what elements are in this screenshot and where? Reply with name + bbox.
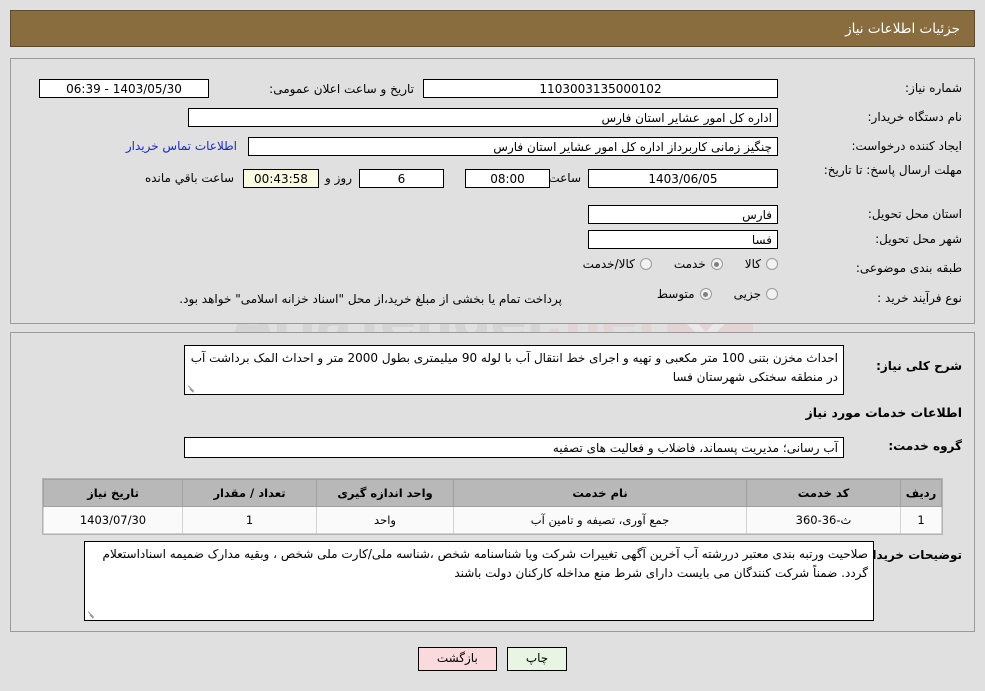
back-button[interactable]: بازگشت — [417, 647, 497, 671]
resize-handle-icon-notes[interactable] — [86, 609, 96, 619]
service-group-label: گروه خدمت: — [888, 439, 962, 453]
radio-label-jozee: جزیی — [733, 287, 761, 301]
process-label: نوع فرآیند خرید : — [877, 291, 962, 305]
radio-icon-motavaset[interactable] — [699, 288, 712, 300]
cell-service-code: ث-36-360 — [746, 506, 901, 534]
radio-label-kala-khedmat: کالا/خدمت — [582, 257, 635, 271]
days-label: روز و — [325, 171, 352, 185]
category-label: طبقه بندی موضوعی: — [855, 261, 962, 275]
buyer-notes-value: صلاحیت ورتبه بندی معتبر دررشته آب آخرین … — [102, 547, 868, 580]
radio-icon-kala-khedmat[interactable] — [639, 258, 652, 270]
description-label: شرح کلی نیاز: — [876, 359, 962, 373]
radio-option-motavaset[interactable]: متوسط — [657, 287, 712, 301]
process-radio-group: جزیی متوسط — [635, 287, 778, 301]
buyer-org-value: اداره کل امور عشایر استان فارس — [188, 108, 778, 127]
radio-label-kala: کالا — [744, 257, 761, 271]
cell-unit: واحد — [316, 506, 454, 534]
buyer-notes-textarea[interactable]: صلاحیت ورتبه بندی معتبر دررشته آب آخرین … — [84, 541, 874, 621]
radio-option-jozee[interactable]: جزیی — [734, 287, 778, 301]
countdown-value: 00:43:58 — [243, 169, 319, 188]
services-table-wrapper: ردیف کد خدمت نام خدمت واحد اندازه گیری ت… — [42, 478, 943, 535]
cell-service-name: جمع آوری، تصیفه و تامین آب — [453, 506, 747, 534]
need-info-panel: شماره نیاز: 1103003135000102 تاریخ و ساع… — [10, 58, 975, 324]
th-row-no: ردیف — [900, 479, 942, 507]
cell-quantity: 1 — [182, 506, 317, 534]
city-label: شهر محل تحویل: — [875, 232, 962, 246]
table-header-row: ردیف کد خدمت نام خدمت واحد اندازه گیری ت… — [43, 479, 942, 507]
city-value: فسا — [588, 230, 778, 249]
buyer-contact-link[interactable]: اطلاعات تماس خریدار — [126, 139, 237, 153]
category-radio-group: کالا خدمت کالا/خدمت — [561, 257, 778, 271]
need-number-value: 1103003135000102 — [423, 79, 778, 98]
radio-option-khedmat[interactable]: خدمت — [674, 257, 723, 271]
service-group-value: آب رسانی؛ مدیریت پسماند، فاضلاب و فعالیت… — [184, 437, 844, 458]
description-value: احداث مخزن بتنی 100 متر مکعبی و تهیه و ا… — [190, 351, 838, 384]
requester-label: ایجاد کننده درخواست: — [851, 139, 962, 153]
th-quantity: تعداد / مقدار — [182, 479, 317, 507]
deadline-label: مهلت ارسال پاسخ: تا تاریخ: — [823, 163, 962, 177]
services-heading: اطلاعات خدمات مورد نیاز — [805, 405, 963, 420]
th-service-name: نام خدمت — [453, 479, 747, 507]
days-remaining-value: 6 — [359, 169, 444, 188]
page-root: جزئیات اطلاعات نیاز AriaTender.net شماره… — [0, 0, 985, 691]
deadline-date-value: 1403/06/05 — [588, 169, 778, 188]
description-textarea[interactable]: احداث مخزن بتنی 100 متر مکعبی و تهیه و ا… — [184, 345, 844, 395]
cell-row-no: 1 — [900, 506, 942, 534]
print-button[interactable]: چاپ — [506, 647, 568, 671]
buyer-org-label: نام دستگاه خریدار: — [867, 110, 963, 124]
action-bar: چاپ بازگشت — [0, 647, 985, 671]
page-header: جزئیات اطلاعات نیاز — [10, 10, 975, 47]
province-value: فارس — [588, 205, 778, 224]
th-service-code: کد خدمت — [746, 479, 901, 507]
announce-datetime-label: تاریخ و ساعت اعلان عمومی: — [269, 82, 414, 96]
table-row: 1 ث-36-360 جمع آوری، تصیفه و تامین آب وا… — [43, 506, 942, 534]
services-table: ردیف کد خدمت نام خدمت واحد اندازه گیری ت… — [43, 479, 942, 534]
process-note: پرداخت تمام یا بخشی از مبلغ خرید،از محل … — [179, 292, 562, 306]
resize-handle-icon[interactable] — [186, 383, 196, 393]
cell-need-date: 1403/07/30 — [43, 506, 183, 534]
announce-datetime-value: 1403/05/30 - 06:39 — [39, 79, 209, 98]
deadline-time-value: 08:00 — [465, 169, 550, 188]
radio-option-kala-khedmat[interactable]: کالا/خدمت — [583, 257, 652, 271]
need-number-label: شماره نیاز: — [905, 81, 962, 95]
radio-label-motavaset: متوسط — [656, 287, 695, 301]
radio-icon-khedmat[interactable] — [710, 258, 723, 270]
requester-value: چنگیز زمانی کاربرداز اداره کل امور عشایر… — [248, 137, 778, 156]
radio-icon-kala[interactable] — [766, 258, 778, 270]
th-unit: واحد اندازه گیری — [316, 479, 454, 507]
th-need-date: تاریخ نیاز — [43, 479, 183, 507]
radio-icon-jozee[interactable] — [766, 288, 778, 300]
page-title: جزئیات اطلاعات نیاز — [845, 20, 960, 37]
radio-label-khedmat: خدمت — [673, 257, 706, 271]
radio-option-kala[interactable]: کالا — [745, 257, 778, 271]
province-label: استان محل تحویل: — [867, 207, 962, 221]
countdown-label: ساعت باقي مانده — [144, 171, 234, 185]
